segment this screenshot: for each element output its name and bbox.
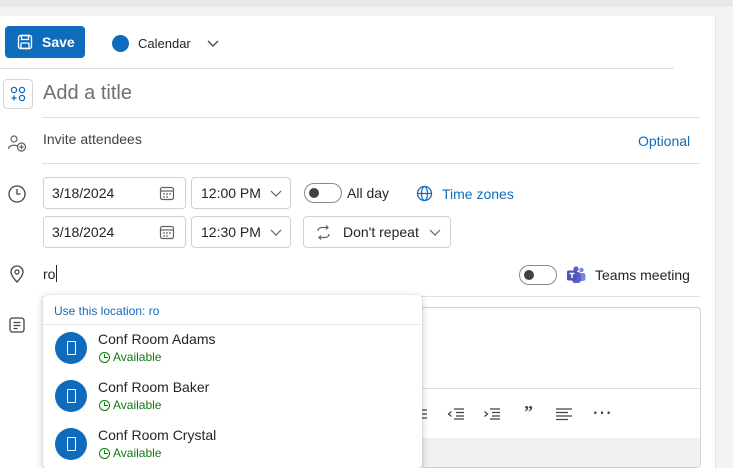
use-this-location-option[interactable]: Use this location: ro: [43, 295, 422, 325]
editor-footer: [422, 438, 700, 467]
repeat-icon: [317, 224, 330, 240]
time-zones-link[interactable]: Time zones: [416, 185, 514, 202]
globe-icon: [416, 185, 433, 202]
calendar-label: Calendar: [138, 35, 191, 51]
location-input[interactable]: ro: [43, 265, 58, 282]
repeat-label: Don't repeat: [343, 224, 419, 240]
room-icon: [55, 380, 87, 412]
start-time-value: 12:00 PM: [201, 185, 261, 201]
quote-icon[interactable]: ”: [524, 402, 533, 423]
availability-status: Available: [99, 350, 161, 364]
end-time-value: 12:30 PM: [201, 224, 261, 240]
teams-meeting-toggle[interactable]: [519, 265, 557, 285]
end-date-field[interactable]: 3/18/2024: [43, 216, 186, 248]
clock-icon: [99, 399, 110, 411]
description-editor[interactable]: ” ⋯: [421, 307, 701, 468]
suggestion-item[interactable]: Conf Room Adams Available: [43, 325, 422, 373]
location-value: ro: [43, 265, 56, 282]
suggestion-item[interactable]: Conf Room Crystal Available: [43, 421, 422, 468]
editor-toolbar: ” ⋯: [421, 388, 700, 438]
start-date-value: 3/18/2024: [52, 185, 115, 201]
chevron-down-icon: [429, 229, 441, 236]
availability-label: Available: [113, 350, 162, 364]
attendees-input[interactable]: Invite attendees: [43, 131, 142, 147]
divider: [0, 68, 674, 69]
list-icon[interactable]: [421, 408, 431, 420]
location-suggestions-dropdown: Use this location: ro Conf Room Adams Av…: [43, 295, 422, 468]
chevron-down-icon: [270, 190, 282, 197]
clock-icon: [99, 351, 110, 363]
start-date-field[interactable]: 3/18/2024: [43, 177, 186, 209]
availability-label: Available: [113, 446, 162, 460]
divider: [42, 117, 700, 118]
room-name: Conf Room Adams: [98, 331, 216, 347]
calendar-icon[interactable]: [159, 185, 175, 201]
room-name: Conf Room Crystal: [98, 427, 217, 443]
teams-meeting: Teams meeting: [566, 265, 690, 285]
end-date-value: 3/18/2024: [52, 224, 115, 240]
increase-indent-icon[interactable]: [483, 408, 501, 420]
calendar-selector[interactable]: Calendar: [112, 30, 220, 56]
more-options-icon[interactable]: ⋯: [592, 400, 612, 425]
toggle-knob: [524, 270, 534, 280]
availability-status: Available: [99, 398, 161, 412]
room-icon: [55, 332, 87, 364]
chevron-down-icon: [270, 229, 282, 236]
save-label: Save: [42, 34, 75, 50]
save-icon: [17, 34, 33, 50]
optional-attendees-link[interactable]: Optional: [638, 133, 690, 149]
window-top-strip: [0, 0, 733, 6]
calendar-color-dot: [112, 34, 129, 52]
suggestion-item[interactable]: Conf Room Baker Available: [43, 373, 422, 421]
title-input[interactable]: Add a title: [43, 82, 132, 105]
toggle-knob: [309, 188, 319, 198]
decrease-indent-icon[interactable]: [447, 408, 465, 420]
clock-icon: [7, 184, 27, 204]
room-name: Conf Room Baker: [98, 379, 210, 395]
start-time-field[interactable]: 12:00 PM: [191, 177, 291, 209]
repeat-dropdown[interactable]: Don't repeat: [303, 216, 451, 248]
all-day-label: All day: [347, 185, 390, 201]
end-time-field[interactable]: 12:30 PM: [191, 216, 291, 248]
align-icon[interactable]: [556, 408, 573, 421]
title-icon-button[interactable]: [3, 79, 33, 109]
availability-status: Available: [99, 446, 161, 460]
room-icon: [55, 428, 87, 460]
chevron-down-icon: [207, 40, 219, 47]
clock-icon: [99, 447, 110, 459]
description-icon: [7, 315, 27, 335]
availability-label: Available: [113, 398, 162, 412]
location-pin-icon: [7, 264, 27, 284]
calendar-icon[interactable]: [159, 224, 175, 240]
divider: [42, 163, 700, 164]
save-button[interactable]: Save: [5, 26, 85, 58]
add-people-icon: [7, 133, 27, 153]
apps-icon: [10, 86, 26, 102]
teams-icon: [567, 266, 586, 283]
time-zones-label: Time zones: [442, 185, 514, 202]
text-caret: [56, 265, 58, 282]
teams-meeting-label: Teams meeting: [595, 267, 690, 283]
all-day-toggle[interactable]: [304, 183, 342, 203]
